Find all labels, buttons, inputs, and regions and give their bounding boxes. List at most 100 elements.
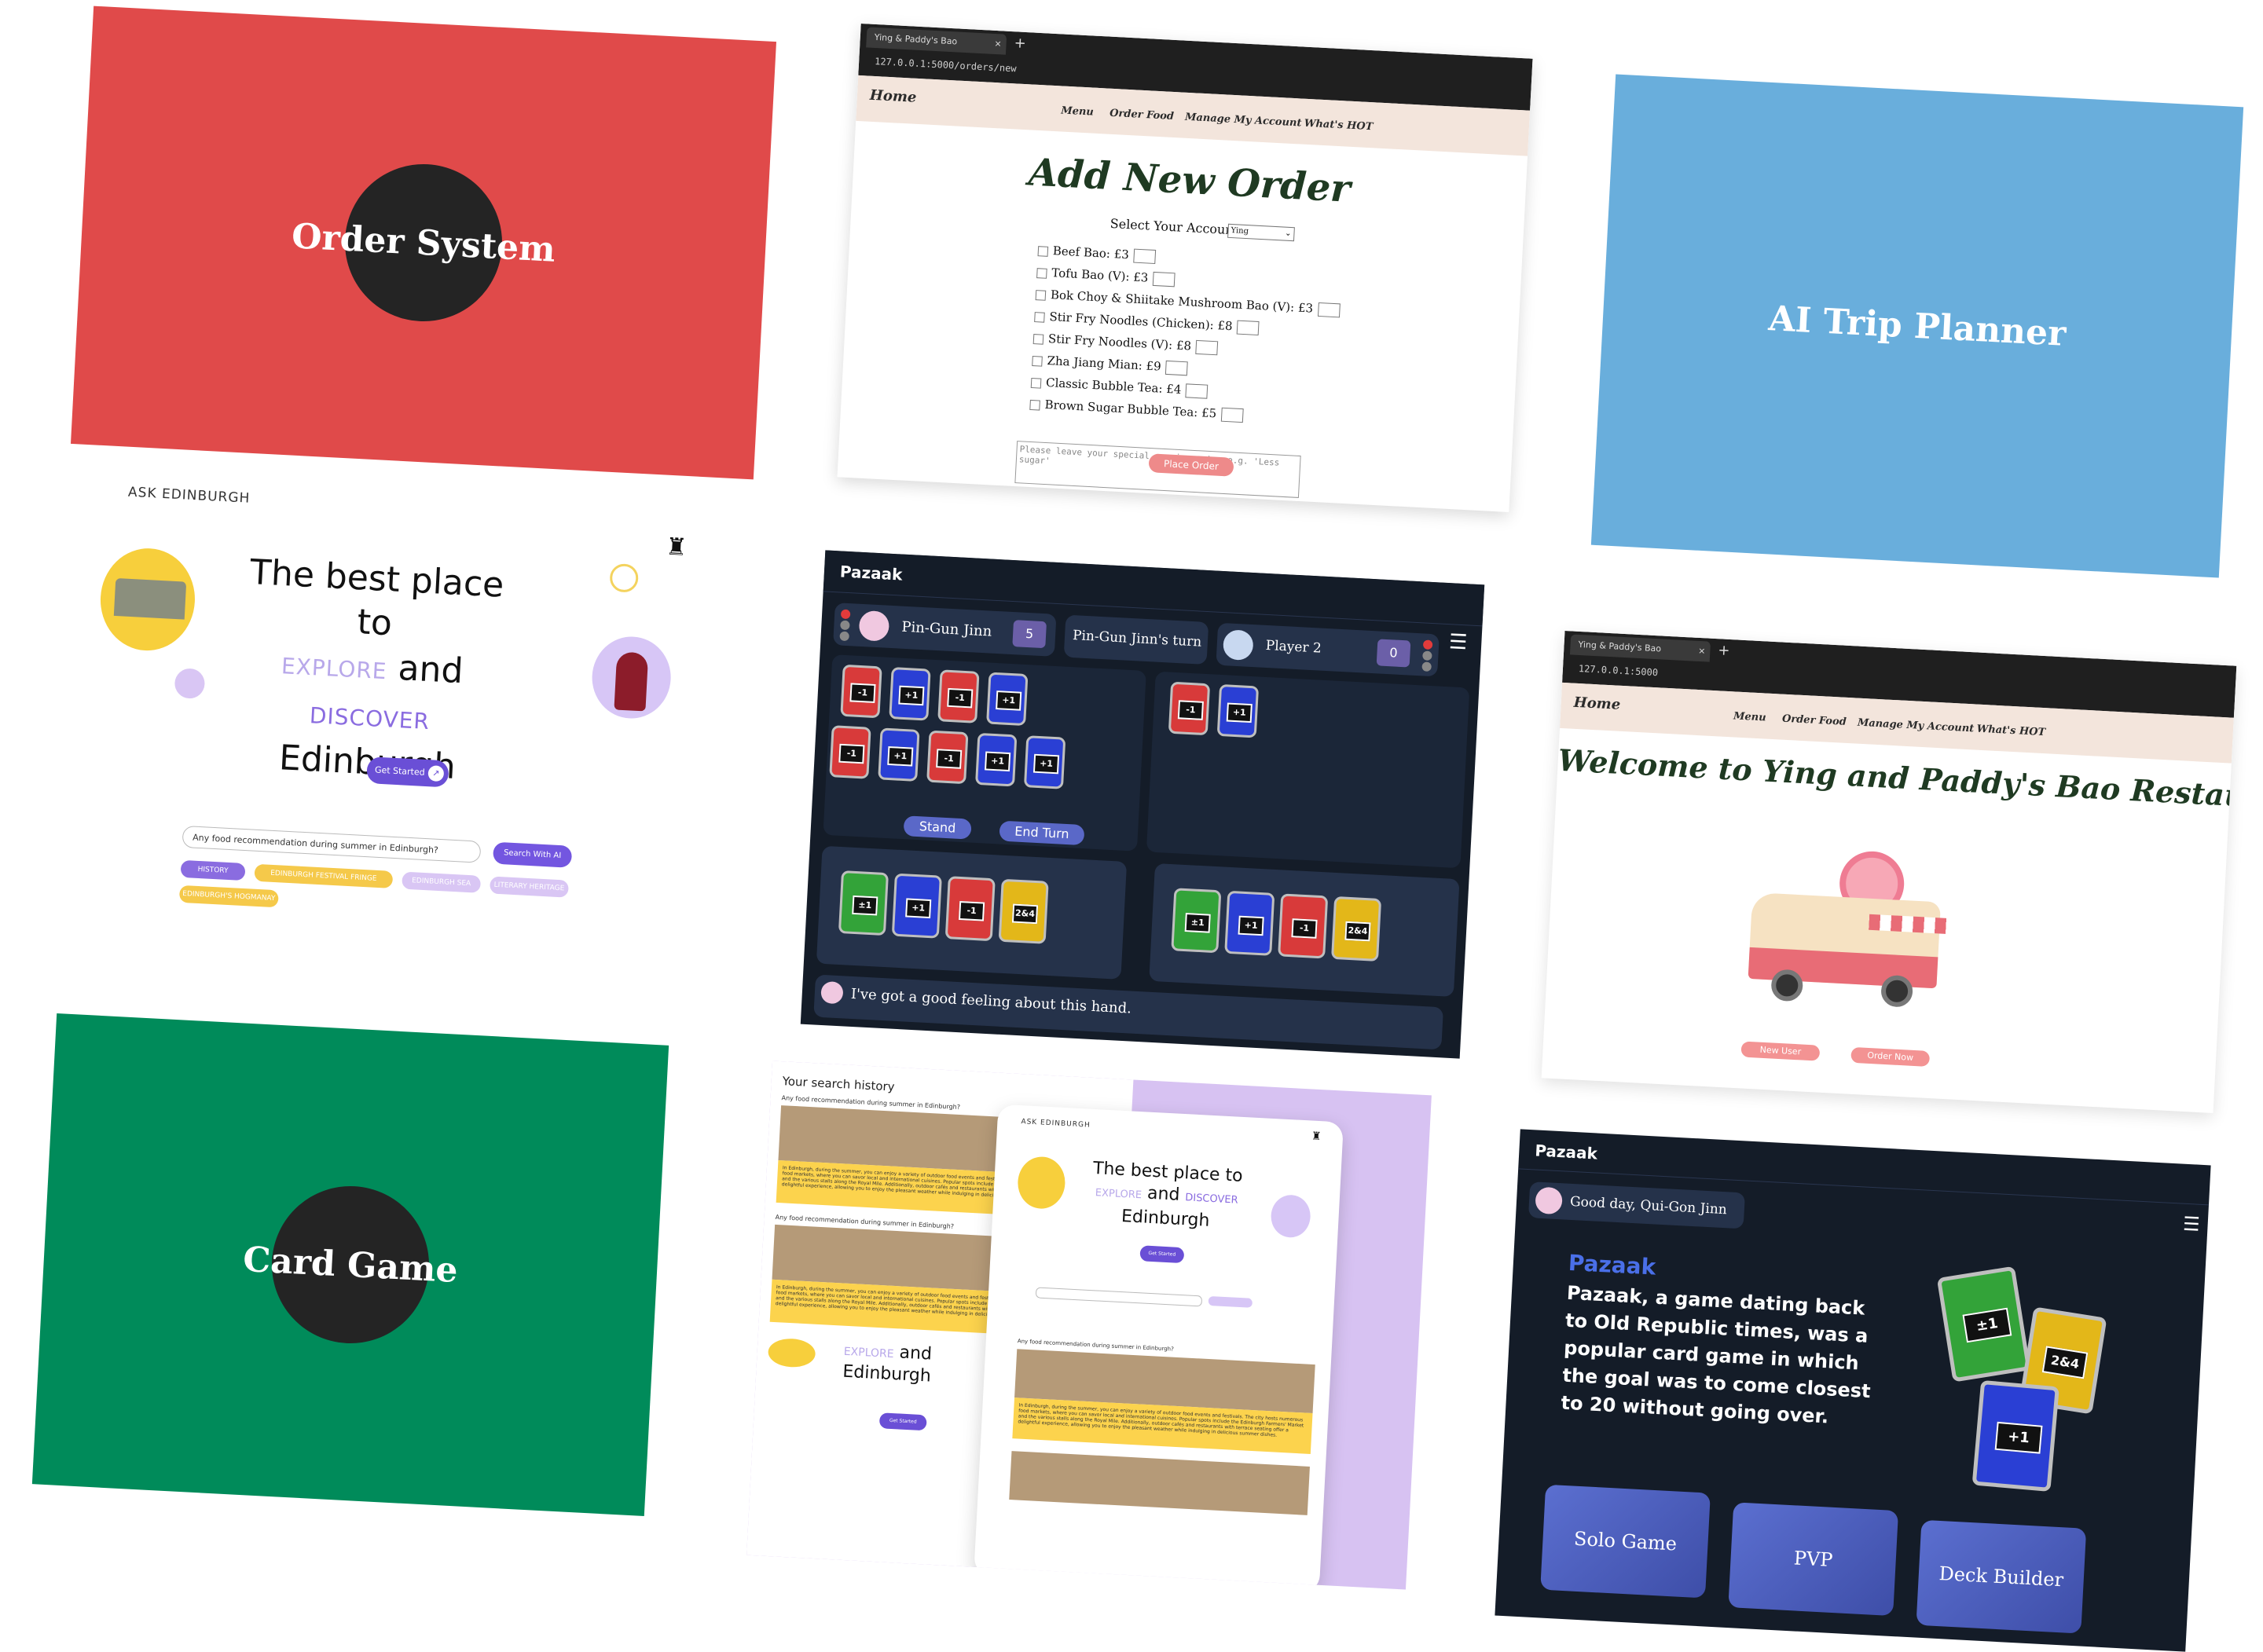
menu-item-checkbox[interactable] — [1030, 377, 1042, 389]
address-bar[interactable]: 127.0.0.1:5000/orders/new — [875, 56, 1017, 74]
pazaak-card[interactable]: -1 — [1278, 893, 1329, 959]
pvp-button[interactable]: PVP — [1728, 1502, 1899, 1617]
ai-trip-planner-card[interactable]: AI Trip Planner — [1590, 74, 2244, 578]
chip-hogmanay[interactable]: EDINBURGH'S HOGMANAY — [178, 885, 279, 908]
card-value: +1 — [985, 751, 1011, 772]
pazaak-card[interactable]: 2&4 — [998, 878, 1049, 944]
hero-headline-partial: EXPLORE and Edinburgh — [842, 1340, 933, 1387]
pazaak-card[interactable]: +1 — [1216, 683, 1260, 738]
nav-manage-account[interactable]: Manage My Account — [1185, 112, 1302, 130]
solo-game-button[interactable]: Solo Game — [1540, 1484, 1711, 1599]
pazaak-card[interactable]: +1 — [878, 727, 920, 782]
nav-order-food[interactable]: Order Food — [1109, 108, 1175, 123]
site-logo[interactable]: ASK EDINBURGH — [1021, 1118, 1091, 1130]
pazaak-card[interactable]: +1 — [986, 672, 1029, 727]
menu-item-checkbox[interactable] — [1036, 267, 1047, 279]
nav-manage-account[interactable]: Manage My Account — [1857, 717, 1974, 735]
brand-logo[interactable]: Pazaak — [1535, 1141, 1598, 1163]
order-system-card[interactable]: Order System — [70, 5, 777, 480]
nav-menu[interactable]: Menu — [1061, 104, 1094, 118]
site-logo[interactable]: ASK EDINBURGH — [128, 485, 251, 507]
pazaak-card[interactable]: +1 — [1224, 890, 1275, 956]
player2-name: Player 2 — [1265, 637, 1322, 657]
card-game-card[interactable]: Card Game — [31, 1013, 669, 1516]
pazaak-card[interactable]: 2&4 — [1331, 896, 1382, 962]
chip-fringe[interactable]: EDINBURGH FESTIVAL FRINGE — [254, 863, 394, 888]
pazaak-card[interactable]: ±1 — [838, 870, 889, 936]
menu-item-checkbox[interactable] — [1037, 245, 1049, 257]
chip-history[interactable]: HISTORY — [180, 859, 246, 881]
nav-menu[interactable]: Menu — [1733, 710, 1766, 723]
search-input[interactable] — [1035, 1287, 1203, 1307]
pazaak-card[interactable]: +1 — [891, 873, 942, 939]
nav-home[interactable]: Home — [869, 87, 917, 106]
brand-logo[interactable]: Pazaak — [839, 562, 903, 584]
menu-item-quantity[interactable] — [1185, 383, 1209, 399]
menu-item-quantity[interactable] — [1165, 360, 1189, 376]
light-grey — [839, 631, 849, 642]
pazaak-card[interactable]: -1 — [937, 669, 980, 723]
card-value: -1 — [838, 743, 865, 764]
order-now-button[interactable]: Order Now — [1850, 1046, 1931, 1068]
close-tab-icon[interactable]: × — [994, 34, 1003, 54]
turn-text: Pin-Gun Jinn's turn — [1072, 628, 1202, 650]
close-tab-icon[interactable]: × — [1697, 641, 1706, 661]
menu-items-list: Beef Bao: £3 Tofu Bao (V): £3 Bok Choy & S… — [1029, 239, 1343, 430]
menu-item-quantity[interactable] — [1152, 271, 1176, 288]
browser-tab[interactable]: Ying & Paddy's Bao × — [1569, 634, 1711, 662]
stand-button[interactable]: Stand — [903, 815, 972, 840]
menu-item-quantity[interactable] — [1195, 339, 1219, 356]
menu-icon[interactable]: ☰ — [2182, 1213, 2200, 1236]
menu-item-checkbox[interactable] — [1032, 355, 1043, 367]
arrow-icon: ↗ — [427, 765, 445, 782]
bagpiper-figure — [614, 651, 649, 712]
nav-order-food[interactable]: Order Food — [1782, 713, 1847, 728]
card-value: -1 — [936, 749, 963, 769]
light-grey — [1421, 661, 1432, 672]
search-with-ai-button[interactable]: Search With AI — [492, 841, 573, 868]
address-bar[interactable]: 127.0.0.1:5000 — [1579, 663, 1659, 678]
castle-illustration — [1016, 1156, 1067, 1211]
get-started-button[interactable]: Get Started ↗ — [366, 756, 449, 788]
menu-icon[interactable]: ☰ — [1448, 630, 1468, 654]
pazaak-card[interactable]: +1 — [889, 667, 931, 721]
get-started-button[interactable]: Get Started — [1139, 1245, 1185, 1264]
account-select[interactable]: Ying ⌄ — [1227, 223, 1295, 242]
search-with-ai-button[interactable] — [1208, 1295, 1253, 1308]
end-turn-button[interactable]: End Turn — [999, 820, 1085, 846]
pazaak-card[interactable]: -1 — [1168, 681, 1211, 736]
nav-whats-hot[interactable]: What's HOT — [1304, 118, 1373, 134]
pazaak-card[interactable]: -1 — [829, 725, 871, 779]
chip-sea-week[interactable]: EDINBURGH SEA WEEK — [402, 871, 482, 904]
menu-item-quantity[interactable] — [1317, 302, 1341, 318]
search-input[interactable]: Any food recommendation during summer in… — [182, 825, 482, 863]
new-user-button[interactable]: New User — [1740, 1041, 1821, 1061]
menu-item-quantity[interactable] — [1220, 407, 1244, 423]
tab-title: Ying & Paddy's Bao — [1578, 639, 1662, 654]
get-started-label: Get Started — [374, 764, 425, 778]
menu-item-quantity[interactable] — [1237, 320, 1260, 336]
pazaak-card[interactable]: -1 — [926, 730, 969, 785]
browser-tab[interactable]: Ying & Paddy's Bao × — [866, 27, 1007, 55]
get-started-button[interactable]: Get Started — [878, 1412, 927, 1431]
chip-literary[interactable]: LITERARY HERITAGE — [489, 876, 569, 898]
deck-builder-button[interactable]: Deck Builder — [1916, 1519, 2087, 1634]
pazaak-card[interactable]: ±1 — [1171, 888, 1222, 954]
nav-home[interactable]: Home — [1573, 694, 1621, 713]
player1-avatar — [858, 610, 890, 642]
explore-word: EXPLORE — [1095, 1187, 1143, 1202]
pazaak-card[interactable]: +1 — [975, 732, 1018, 787]
menu-item-checkbox[interactable] — [1032, 333, 1044, 345]
new-tab-icon[interactable]: + — [1718, 642, 1730, 659]
pazaak-card[interactable]: -1 — [840, 664, 882, 719]
player2-lights — [1421, 639, 1434, 672]
menu-item-quantity[interactable] — [1133, 248, 1157, 265]
pazaak-card[interactable]: +1 — [1023, 735, 1066, 789]
menu-item-checkbox[interactable] — [1029, 399, 1040, 411]
new-tab-icon[interactable]: + — [1014, 35, 1026, 52]
hero-headline: The best place to EXPLORE and DISCOVER E… — [1079, 1157, 1255, 1234]
menu-item-checkbox[interactable] — [1035, 289, 1047, 301]
menu-item-checkbox[interactable] — [1034, 311, 1045, 323]
pazaak-card[interactable]: -1 — [944, 876, 996, 942]
nav-whats-hot[interactable]: What's HOT — [1976, 723, 2045, 739]
